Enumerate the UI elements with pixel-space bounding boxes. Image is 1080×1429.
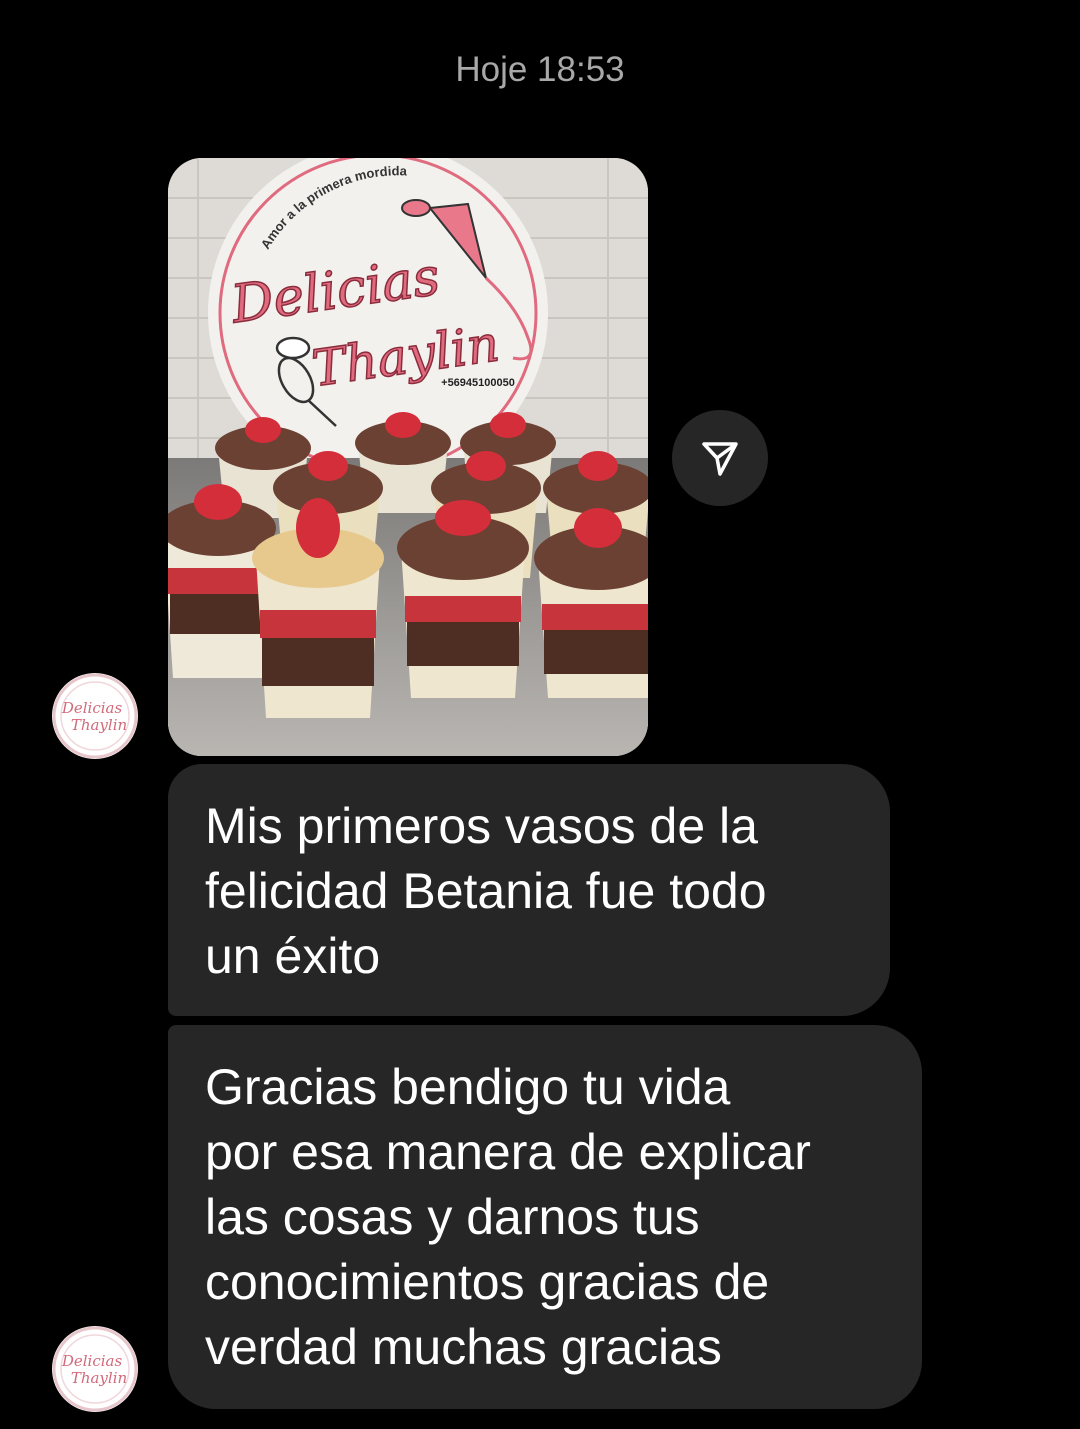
- share-button[interactable]: [672, 410, 768, 506]
- avatar-logo: Delicias Thaylin: [52, 1326, 138, 1412]
- photo-message[interactable]: Amor a la primera mordida Delicias Thayl…: [168, 158, 648, 756]
- dessert-cups-photo: Amor a la primera mordida Delicias Thayl…: [168, 158, 648, 756]
- message-timestamp: Hoje 18:53: [455, 50, 625, 89]
- message-text-line: verdad muchas gracias: [205, 1319, 722, 1375]
- avatar-line1: Delicias: [61, 1352, 123, 1370]
- message-text-line: por esa manera de explicar: [205, 1124, 811, 1180]
- message-text-line: un éxito: [205, 928, 381, 984]
- message-bubble[interactable]: Gracias bendigo tu vida por esa manera d…: [168, 1025, 922, 1409]
- chat-thread: Hoje 18:53 Amor a la primera mordida Del…: [0, 0, 1080, 1429]
- avatar-logo: Delicias Thaylin: [52, 673, 138, 759]
- sender-avatar[interactable]: Delicias Thaylin: [52, 673, 138, 759]
- avatar-line2: Thaylin: [71, 716, 127, 734]
- avatar-line1: Delicias: [61, 699, 123, 717]
- message-text-line: Gracias bendigo tu vida: [205, 1059, 731, 1115]
- send-icon: [702, 442, 738, 476]
- sign-phone: +56945100050: [441, 377, 515, 389]
- sender-avatar[interactable]: Delicias Thaylin: [52, 1326, 138, 1412]
- message-text-line: las cosas y darnos tus: [205, 1189, 700, 1245]
- message-text-line: conocimientos gracias de: [205, 1254, 770, 1310]
- avatar-line2: Thaylin: [71, 1369, 127, 1387]
- message-text-line: felicidad Betania fue todo: [205, 863, 767, 919]
- message-bubble[interactable]: Mis primeros vasos de la felicidad Betan…: [168, 764, 890, 1016]
- message-text-line: Mis primeros vasos de la: [205, 798, 758, 854]
